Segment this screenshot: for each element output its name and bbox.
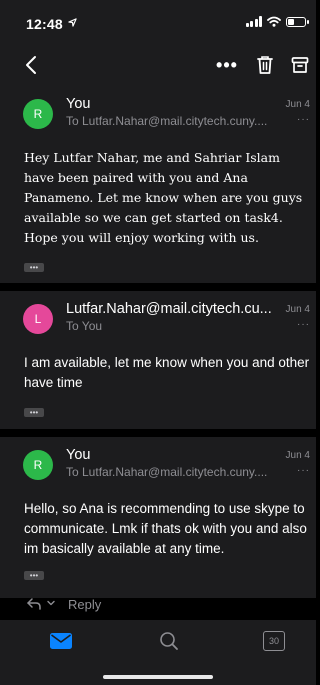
wifi-icon — [267, 16, 281, 27]
tab-calendar[interactable]: 30 — [261, 628, 287, 654]
message-date: Jun 4 — [285, 304, 310, 315]
avatar: L — [23, 304, 53, 334]
toolbar: ••• — [0, 44, 316, 86]
message-date: Jun 4 — [285, 99, 310, 110]
message-body: I am available, let me know when you and… — [24, 355, 310, 390]
status-bar: 12:48 — [0, 0, 316, 44]
message-body: Hey Lutfar Nahar, me and Sahriar Islam h… — [24, 150, 303, 245]
message-date: Jun 4 — [285, 450, 310, 461]
message-more-button[interactable]: ··· — [297, 319, 310, 330]
sender-name: You — [66, 96, 91, 112]
sender-name: You — [66, 447, 91, 463]
sender-name: Lutfar.Nahar@mail.citytech.cu... — [66, 301, 272, 317]
battery-icon — [286, 16, 309, 27]
message-body: Hello, so Ana is recommending to use sky… — [24, 501, 307, 556]
location-arrow-icon — [68, 18, 77, 27]
avatar: R — [23, 450, 53, 480]
reply-label: Reply — [68, 597, 102, 612]
show-quoted-text-button[interactable]: ••• — [24, 571, 44, 580]
show-quoted-text-button[interactable]: ••• — [24, 263, 44, 272]
more-options-button[interactable]: ••• — [214, 52, 240, 78]
archive-button[interactable] — [288, 52, 312, 78]
tab-mail[interactable] — [48, 628, 74, 654]
show-quoted-text-button[interactable]: ••• — [24, 408, 44, 417]
message-thread: R You To Lutfar.Nahar@mail.citytech.cuny… — [0, 86, 316, 598]
archive-icon — [291, 57, 309, 73]
back-button[interactable] — [18, 52, 44, 78]
calendar-day: 30 — [268, 636, 279, 646]
search-icon — [160, 632, 178, 650]
message-more-button[interactable]: ··· — [297, 465, 310, 476]
status-icons — [245, 16, 309, 27]
calendar-icon: 30 — [263, 631, 285, 651]
reply-bar[interactable]: Reply — [0, 588, 316, 620]
home-indicator — [103, 675, 213, 679]
battery-level — [288, 18, 295, 25]
recipient-line[interactable]: To Lutfar.Nahar@mail.citytech.cuny.... — [66, 465, 267, 479]
chevron-down-icon[interactable] — [46, 598, 56, 608]
mail-icon — [50, 633, 72, 649]
tab-bar: 30 — [0, 620, 316, 685]
message-more-button[interactable]: ··· — [297, 114, 310, 125]
reply-icon — [27, 598, 41, 610]
recipient-line[interactable]: To You — [66, 319, 102, 333]
message-card[interactable]: R You To Lutfar.Nahar@mail.citytech.cuny… — [0, 437, 316, 598]
cellular-signal-icon — [245, 16, 262, 27]
message-card[interactable]: R You To Lutfar.Nahar@mail.citytech.cuny… — [0, 86, 316, 283]
message-card[interactable]: L Lutfar.Nahar@mail.citytech.cu... To Yo… — [0, 291, 316, 429]
status-time: 12:48 — [26, 16, 63, 32]
chevron-left-icon — [26, 56, 36, 74]
recipient-line[interactable]: To Lutfar.Nahar@mail.citytech.cuny.... — [66, 114, 267, 128]
avatar: R — [23, 99, 53, 129]
tab-search[interactable] — [156, 628, 182, 654]
delete-button[interactable] — [252, 52, 278, 78]
trash-icon — [257, 56, 273, 74]
